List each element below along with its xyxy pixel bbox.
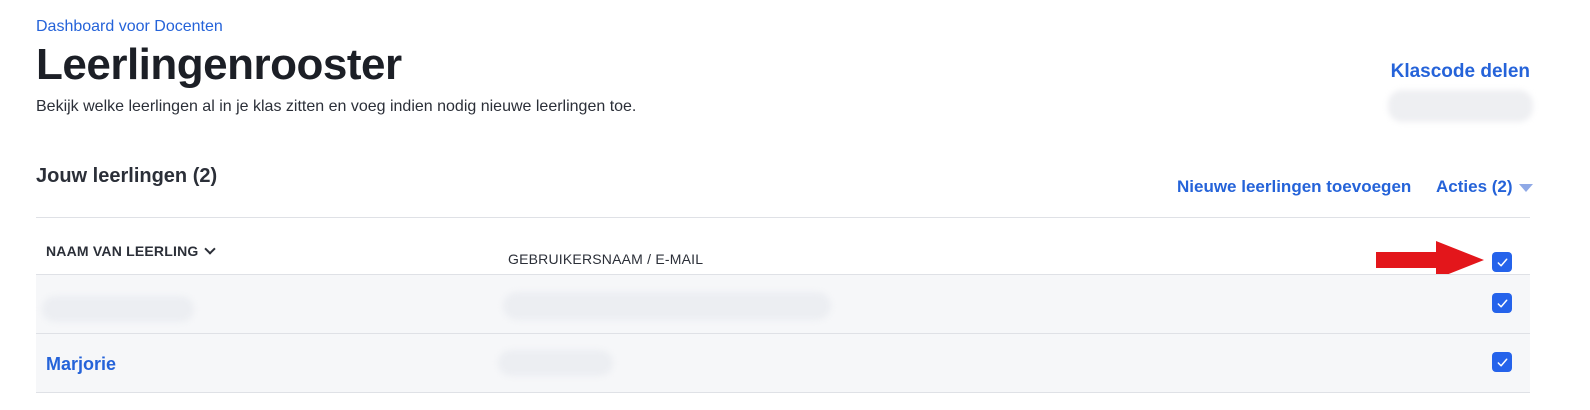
actions-dropdown[interactable]: Acties (2) [1436, 177, 1533, 197]
section-title: Jouw leerlingen (2) [36, 165, 218, 187]
divider [36, 392, 1530, 393]
sort-by-name-header[interactable]: NAAM VAN LEERLING [46, 243, 217, 259]
redacted-student-name [42, 296, 194, 322]
row-checkbox[interactable] [1492, 352, 1512, 372]
add-students-link[interactable]: Nieuwe leerlingen toevoegen [1177, 177, 1411, 197]
table-row [36, 334, 1530, 393]
breadcrumb-teacher-dashboard[interactable]: Dashboard voor Docenten [36, 18, 223, 36]
redacted-username [498, 350, 613, 376]
student-name-link[interactable]: Marjorie [46, 354, 116, 375]
divider [36, 217, 1530, 218]
column-header-username: GEBRUIKERSNAAM / E-MAIL [508, 251, 704, 267]
checkmark-icon [1497, 258, 1507, 266]
row-checkbox[interactable] [1492, 293, 1512, 313]
page-subtitle: Bekijk welke leerlingen al in je klas zi… [36, 98, 637, 115]
caret-down-icon [1518, 184, 1533, 192]
column-header-name: NAAM VAN LEERLING [46, 243, 199, 259]
share-class-code-link[interactable]: Klascode delen [1391, 61, 1530, 83]
checkmark-icon [1497, 299, 1507, 307]
student-roster-page: Dashboard voor Docenten Leerlingenrooste… [0, 0, 1590, 410]
redacted-username [503, 292, 831, 320]
select-all-checkbox[interactable] [1492, 252, 1512, 272]
actions-label: Acties (2) [1436, 177, 1513, 196]
chevron-down-icon [204, 243, 217, 255]
checkmark-icon [1497, 358, 1507, 366]
page-title: Leerlingenrooster [36, 40, 402, 89]
redacted-class-code [1388, 90, 1533, 122]
